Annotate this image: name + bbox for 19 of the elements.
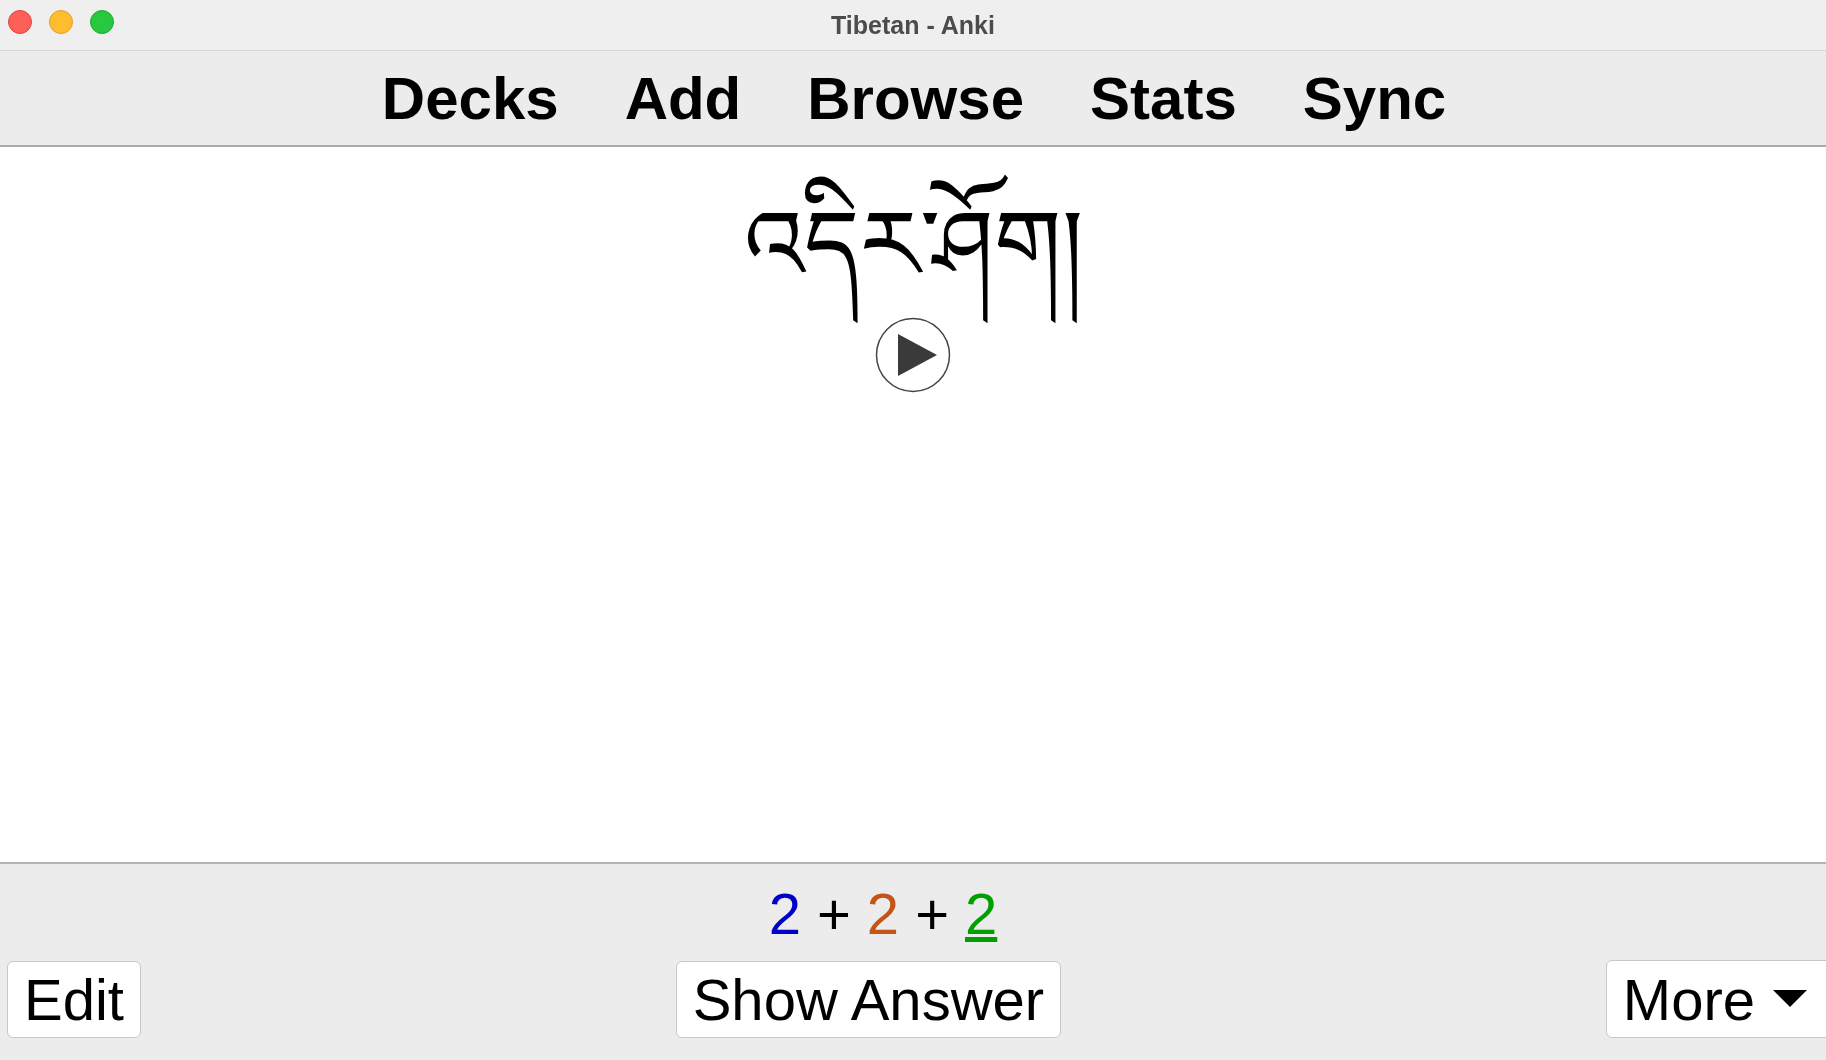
toolbar-link[interactable]: Browse: [807, 63, 1025, 133]
plus-sign: +: [915, 879, 949, 947]
toolbar-link[interactable]: Stats: [1090, 63, 1237, 133]
caret-icon: [1773, 990, 1807, 1008]
more-button[interactable]: More: [1605, 960, 1826, 1038]
plus-sign: +: [817, 879, 851, 947]
card-count: 2: [965, 879, 998, 947]
window-title: Tibetan - Anki: [831, 10, 995, 40]
close-icon[interactable]: [8, 10, 32, 34]
edit-button[interactable]: Edit: [7, 960, 141, 1038]
card-count: 2: [768, 879, 801, 947]
card-count: 2: [866, 879, 900, 947]
show-answer-button[interactable]: Show Answer: [675, 960, 1062, 1038]
toolbar-link[interactable]: Decks: [381, 63, 559, 133]
zoom-icon[interactable]: [90, 10, 114, 34]
toolbar-link[interactable]: Add: [624, 63, 742, 133]
minimize-icon[interactable]: [49, 10, 73, 34]
card-text: འདིར་ཤོག།: [727, 161, 1099, 329]
toolbar-link[interactable]: Sync: [1302, 63, 1447, 133]
